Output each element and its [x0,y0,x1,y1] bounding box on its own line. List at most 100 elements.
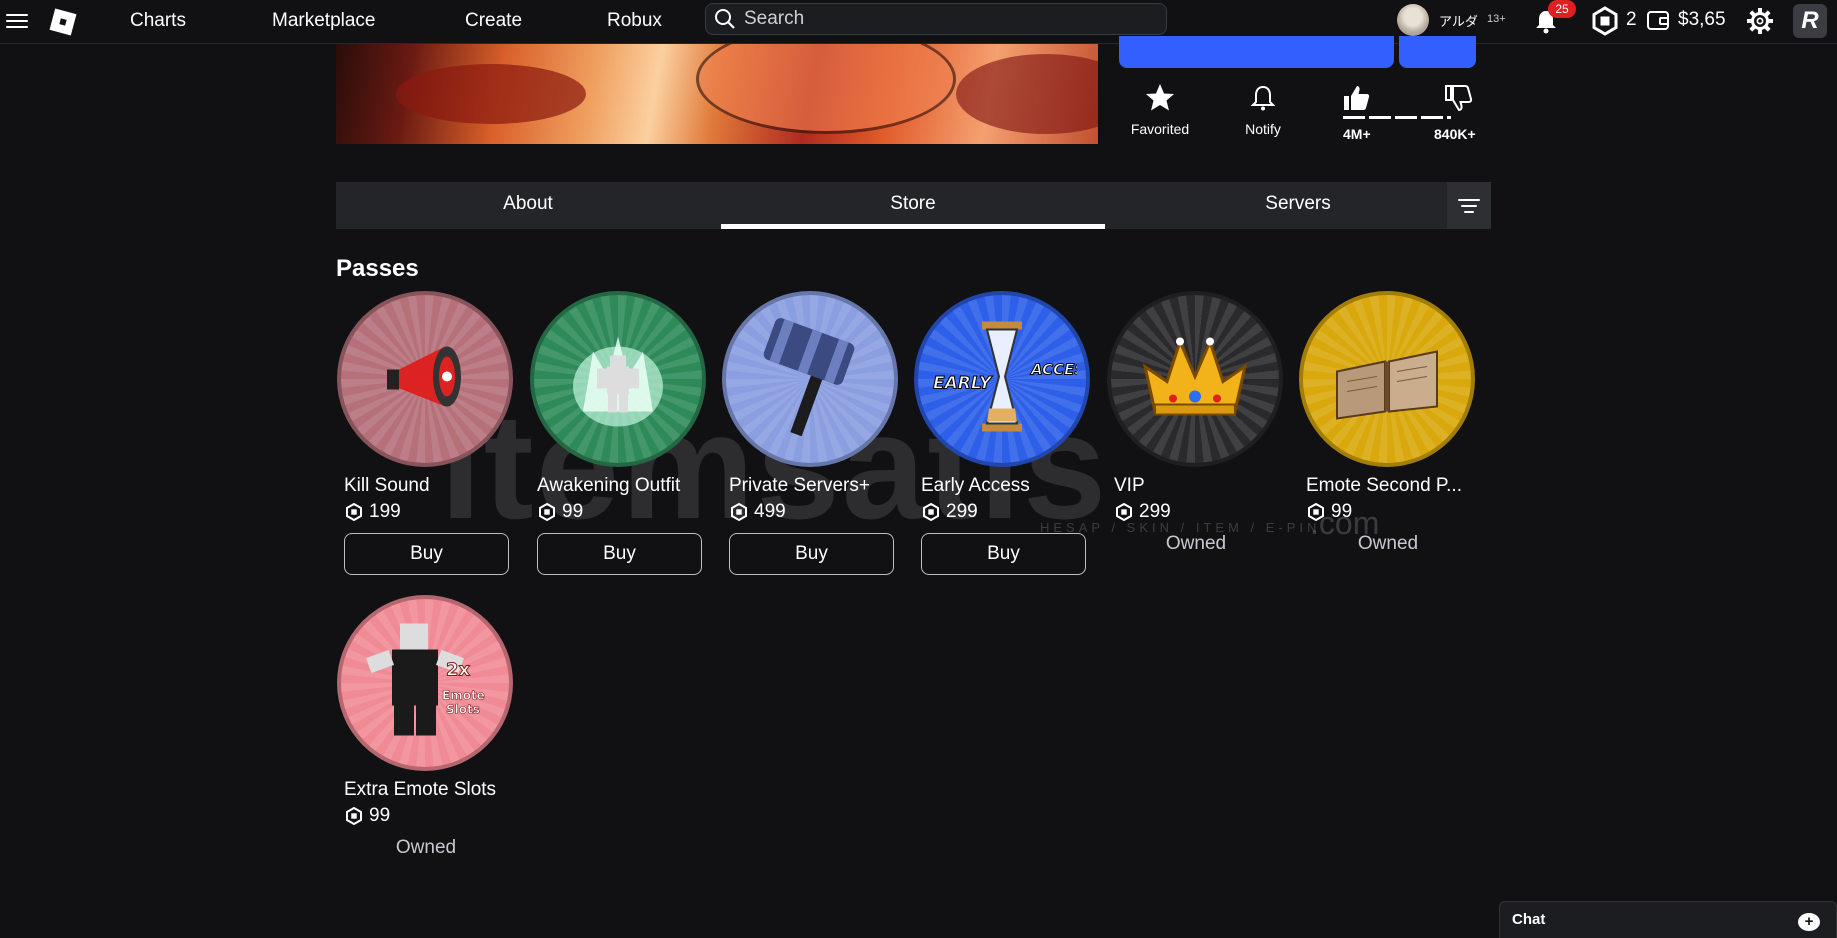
pass-card[interactable]: Awakening Outfit 99 Buy [530,291,708,575]
pass-price: 499 [730,501,900,523]
roblox-logo-icon[interactable] [47,6,79,38]
pass-price-value: 99 [1331,501,1353,522]
svg-text:Slots: Slots [446,703,480,717]
book-icon [1327,327,1447,432]
game-thumbnail-banner [336,44,1098,144]
robux-icon [346,503,362,521]
pass-price-value: 199 [369,501,401,522]
search-input[interactable] [744,8,1144,30]
pass-thumbnail[interactable] [337,291,513,467]
robux-icon [539,503,555,521]
favorite-label: Favorited [1130,121,1190,137]
robux-icon[interactable] [1590,6,1620,36]
pass-name[interactable]: Private Servers+ [729,475,901,497]
pass-thumbnail[interactable] [1107,291,1283,467]
pass-thumbnail[interactable] [530,291,706,467]
robux-icon [346,807,362,825]
pass-price-value: 299 [1139,501,1171,522]
notify-label: Notify [1245,121,1281,137]
star-icon [1146,84,1174,111]
wallet-icon[interactable] [1646,8,1670,32]
pass-thumbnail[interactable] [722,291,898,467]
notification-count-badge: 25 [1548,0,1576,18]
pass-price-value: 299 [946,501,978,522]
robux-icon [1116,503,1132,521]
pass-name[interactable]: VIP [1114,475,1286,497]
buy-button[interactable]: Buy [921,533,1086,575]
search-icon [715,9,735,29]
chat-panel[interactable]: Chat + [1499,901,1837,938]
pass-card[interactable]: Private Servers+ 499 Buy [722,291,900,575]
pass-thumbnail[interactable]: EARLY ACCESS [914,291,1090,467]
thumbs-down-icon[interactable] [1443,83,1473,113]
buy-button[interactable]: Buy [729,533,894,575]
pass-price-value: 499 [754,501,786,522]
pass-name[interactable]: Emote Second P... [1306,475,1478,497]
notify-button[interactable]: Notify [1235,82,1291,137]
downvote-count: 840K+ [1434,126,1476,142]
owned-label: Owned [395,837,457,858]
robux-count[interactable]: 2 [1626,9,1637,31]
buy-button[interactable]: Buy [344,533,509,575]
pass-price: 299 [1115,501,1285,523]
avatar[interactable] [1397,4,1429,36]
pass-card[interactable]: EARLY ACCESS Early Access 299 Buy [914,291,1092,575]
game-tab-bar: About Store Servers [336,182,1491,229]
tab-servers[interactable]: Servers [1106,182,1490,229]
bell-outline-icon [1250,85,1276,111]
vote-ratio-bar [1343,116,1451,119]
favorite-button[interactable]: Favorited [1125,82,1195,137]
hammer-icon [745,312,875,447]
pass-price-value: 99 [369,805,391,826]
pass-price: 199 [345,501,515,523]
hourglass-icon: EARLY ACCESS [927,317,1086,442]
early-access-right-text: ACCESS [1030,361,1077,379]
play-button[interactable] [1119,36,1394,68]
pass-price: 99 [345,805,515,827]
pass-price: 299 [922,501,1092,523]
nav-link-robux[interactable]: Robux [607,10,662,32]
owned-label: Owned [1165,533,1227,554]
menu-icon[interactable] [6,10,28,32]
pass-card[interactable]: VIP 299 Owned [1107,291,1285,555]
passes-heading: Passes [336,255,419,282]
settings-gear-icon[interactable] [1745,6,1775,36]
pass-name[interactable]: Early Access [921,475,1093,497]
pass-card[interactable]: 2x Emote Slots Extra Emote Slots 99 Owned [337,595,515,859]
pass-price: 99 [538,501,708,523]
pass-thumbnail[interactable] [1299,291,1475,467]
search-box[interactable] [705,3,1167,35]
age-badge: 13+ [1487,13,1506,25]
pass-name[interactable]: Awakening Outfit [537,475,709,497]
wallet-balance[interactable]: $3,65 [1678,9,1726,31]
aura-figure-icon [563,322,673,437]
tab-about[interactable]: About [336,182,720,229]
top-navigation-bar: Charts Marketplace Create Robux アルダ 13+ … [0,0,1837,44]
early-access-left-text: EARLY [933,374,993,394]
new-chat-plus-icon[interactable]: + [1798,913,1820,931]
filter-icon[interactable] [1447,182,1491,229]
extension-r-logo-icon[interactable]: R [1793,4,1827,38]
upvote-count: 4M+ [1343,126,1371,142]
pass-name[interactable]: Kill Sound [344,475,516,497]
nav-link-marketplace[interactable]: Marketplace [272,10,376,32]
pass-price: 99 [1307,501,1477,523]
tab-store[interactable]: Store [721,182,1105,229]
thumbs-up-icon[interactable] [1341,83,1371,113]
extra-emote-art-text: 2x [446,660,471,681]
username[interactable]: アルダ [1439,11,1478,30]
nav-link-charts[interactable]: Charts [130,10,186,32]
pass-price-value: 99 [562,501,584,522]
pass-card[interactable]: Emote Second P... 99 Owned [1299,291,1477,555]
robux-icon [731,503,747,521]
nav-link-create[interactable]: Create [465,10,522,32]
crown-icon [1135,327,1255,432]
buy-button[interactable]: Buy [537,533,702,575]
owned-label: Owned [1357,533,1419,554]
pass-name[interactable]: Extra Emote Slots [344,779,516,801]
chat-label: Chat [1512,911,1546,928]
pass-card[interactable]: Kill Sound 199 Buy [337,291,515,575]
svg-text:Emote: Emote [442,689,485,703]
play-options-button[interactable] [1399,36,1476,68]
pass-thumbnail[interactable]: 2x Emote Slots [337,595,513,771]
